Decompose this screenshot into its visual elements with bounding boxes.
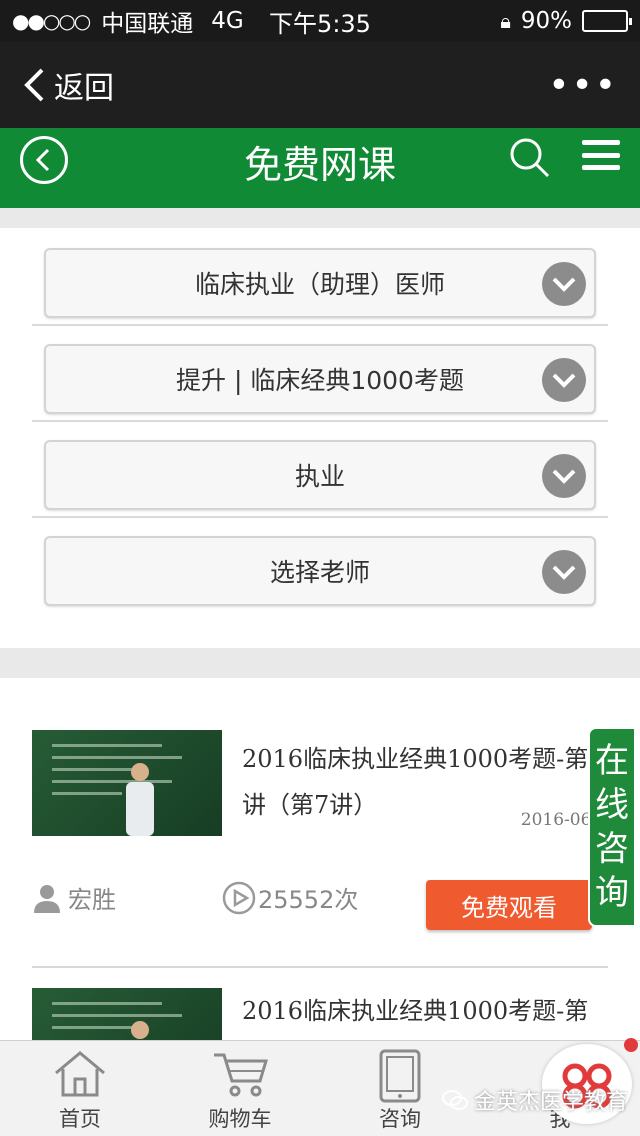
teacher-figure	[131, 1021, 149, 1039]
watch-free-button[interactable]: 免费观看	[426, 880, 592, 930]
filter-row: 临床执业（助理）医师	[32, 230, 608, 326]
views-meta: 25552次	[222, 880, 358, 915]
section-gap	[0, 648, 640, 678]
teacher-meta: 宏胜	[32, 880, 116, 915]
tab-label: 购物车	[208, 1107, 272, 1131]
more-button[interactable]: •••	[548, 65, 618, 106]
chevron-down-icon	[542, 262, 586, 306]
filter-select-teacher[interactable]: 选择老师	[44, 536, 596, 606]
chevron-down-icon	[542, 550, 586, 594]
wechat-icon	[441, 1090, 468, 1110]
wechat-nav-bar: 返回 •••	[0, 42, 640, 128]
filter-row: 选择老师	[32, 518, 608, 614]
filter-row: 执业	[32, 422, 608, 518]
filter-label: 提升 | 临床经典1000考题	[176, 366, 464, 395]
rotation-lock-icon: 🔒︎	[500, 9, 511, 33]
tab-home[interactable]: 首页	[0, 1041, 160, 1136]
course-thumbnail[interactable]	[32, 730, 222, 836]
menu-icon[interactable]	[582, 140, 620, 170]
filter-select-type[interactable]: 执业	[44, 440, 596, 510]
filter-row: 提升 | 临床经典1000考题	[32, 326, 608, 422]
online-consult-button[interactable]: 在线咨询	[588, 727, 636, 927]
filter-label: 临床执业（助理）医师	[194, 270, 445, 299]
section-gap	[0, 208, 640, 228]
wechat-watermark: 金英杰医学教育	[441, 1084, 628, 1116]
filter-select-category[interactable]: 临床执业（助理）医师	[44, 248, 596, 318]
signal-icon: ●●○○○	[12, 9, 91, 33]
cart-icon	[214, 1053, 269, 1097]
status-bar: ●●○○○ 中国联通 4G 下午5:35 🔒︎ 90%	[0, 0, 640, 42]
back-label: 返回	[54, 71, 114, 106]
tab-label: 首页	[59, 1107, 101, 1131]
carrier-name: 中国联通	[101, 11, 194, 37]
back-circle-button[interactable]	[20, 136, 68, 184]
network-type: 4G	[211, 8, 244, 34]
search-icon[interactable]	[502, 130, 558, 186]
chevron-down-icon	[542, 454, 586, 498]
course-thumbnail[interactable]	[32, 988, 222, 1040]
tab-label: 咨询	[379, 1107, 421, 1131]
filter-label: 选择老师	[269, 558, 370, 587]
course-item[interactable]: 2016临床执业经典1000考题-第7讲（第7讲） 2016-06-1 宏胜 2…	[32, 730, 608, 940]
teacher-figure	[126, 763, 154, 836]
filter-select-course[interactable]: 提升 | 临床经典1000考题	[44, 344, 596, 414]
chevron-left-icon	[24, 68, 44, 102]
view-count: 25552次	[258, 886, 359, 914]
filter-label: 执业	[294, 462, 345, 491]
tab-cart[interactable]: 购物车	[160, 1041, 320, 1136]
home-icon	[55, 1051, 105, 1097]
notification-dot	[624, 1038, 638, 1052]
battery-percent: 90%	[520, 8, 572, 34]
user-icon	[34, 884, 60, 913]
teacher-name: 宏胜	[68, 886, 116, 914]
app-header: 免费网课	[0, 128, 640, 208]
course-item[interactable]: 2016临床执业经典1000考题-第	[32, 988, 608, 1040]
watermark-text: 金英杰医学教育	[473, 1090, 628, 1115]
page-title: 免费网课	[243, 142, 396, 187]
chevron-down-icon	[542, 358, 586, 402]
divider	[32, 966, 608, 968]
play-icon	[222, 881, 256, 914]
battery-icon	[582, 10, 632, 32]
back-button[interactable]: 返回	[22, 63, 114, 107]
chevron-left-icon	[35, 148, 50, 172]
consult-label: 在线咨询	[595, 741, 629, 913]
course-title[interactable]: 2016临床执业经典1000考题-第	[242, 988, 608, 1034]
tablet-icon	[379, 1049, 421, 1103]
